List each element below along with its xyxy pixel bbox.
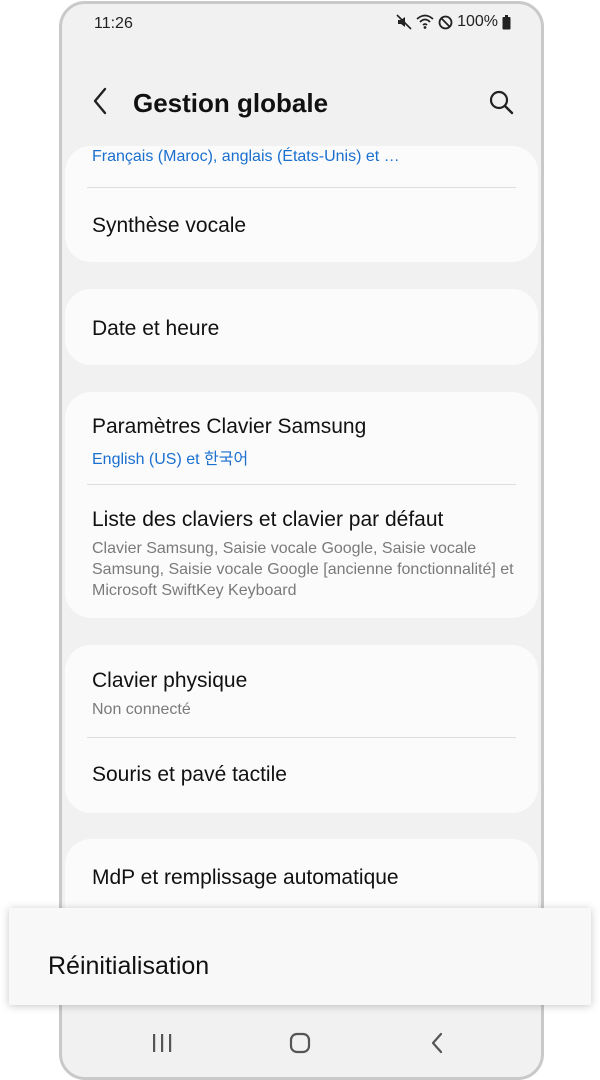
navigation-bar: [62, 1015, 541, 1077]
keyboard-list-title: Liste des claviers et clavier par défaut: [92, 508, 444, 531]
mute-icon: [396, 14, 412, 30]
home-button[interactable]: [278, 1025, 322, 1065]
physical-keyboard-title: Clavier physique: [92, 669, 248, 692]
search-icon: [488, 89, 514, 120]
date-card: Date et heure: [65, 289, 538, 365]
battery-percent: 100%: [457, 13, 498, 30]
mouse-touchpad-item[interactable]: Souris et pavé tactile: [92, 763, 514, 787]
status-bar: 11:26 100%: [62, 4, 541, 44]
divider: [87, 187, 516, 188]
date-title: Date et heure: [92, 317, 220, 340]
recents-icon: [151, 1033, 173, 1058]
chevron-left-icon: [92, 87, 108, 120]
keyboard-list-item[interactable]: Liste des claviers et clavier par défaut…: [92, 508, 514, 601]
status-time: 11:26: [94, 15, 133, 32]
search-button[interactable]: [483, 86, 519, 122]
wifi-icon: [416, 14, 434, 30]
recents-button[interactable]: [140, 1025, 184, 1065]
status-icons: 100%: [396, 13, 511, 31]
back-icon: [430, 1032, 444, 1059]
physical-keyboard-card: Clavier physique Non connecté Souris et …: [65, 645, 538, 813]
battery-icon: [502, 14, 511, 30]
reset-label: Réinitialisation: [48, 952, 210, 980]
app-bar: Gestion globale: [62, 74, 541, 134]
mouse-touchpad-title: Souris et pavé tactile: [92, 763, 287, 786]
language-card: Français (Maroc), anglais (États-Unis) e…: [65, 146, 538, 262]
tts-title: Synthèse vocale: [92, 214, 247, 237]
samsung-keyboard-subtitle: English (US) et 한국어: [92, 451, 249, 468]
keyboard-card: Paramètres Clavier Samsung English (US) …: [65, 392, 538, 618]
physical-keyboard-status: Non connecté: [92, 701, 191, 718]
keyboard-list-desc: Clavier Samsung, Saisie vocale Google, S…: [92, 540, 514, 599]
tts-item[interactable]: Synthèse vocale: [92, 214, 514, 238]
page-title: Gestion globale: [133, 88, 329, 118]
language-item[interactable]: Français (Maroc), anglais (États-Unis) e…: [92, 148, 514, 166]
password-autofill-item[interactable]: MdP et remplissage automatique: [92, 866, 514, 890]
password-autofill-title: MdP et remplissage automatique: [92, 866, 399, 889]
physical-keyboard-item[interactable]: Clavier physique Non connecté: [92, 669, 514, 720]
samsung-keyboard-item[interactable]: Paramètres Clavier Samsung English (US) …: [92, 415, 514, 469]
dnd-icon: [438, 15, 453, 30]
back-button[interactable]: [84, 84, 116, 122]
divider: [87, 737, 516, 738]
home-icon: [289, 1032, 311, 1059]
language-subtitle: Français (Maroc), anglais (États-Unis) e…: [92, 148, 400, 165]
nav-back-button[interactable]: [415, 1025, 459, 1065]
reset-item-highlight[interactable]: Réinitialisation: [9, 908, 591, 1005]
divider: [87, 484, 516, 485]
date-item[interactable]: Date et heure: [92, 317, 514, 341]
samsung-keyboard-title: Paramètres Clavier Samsung: [92, 415, 367, 438]
